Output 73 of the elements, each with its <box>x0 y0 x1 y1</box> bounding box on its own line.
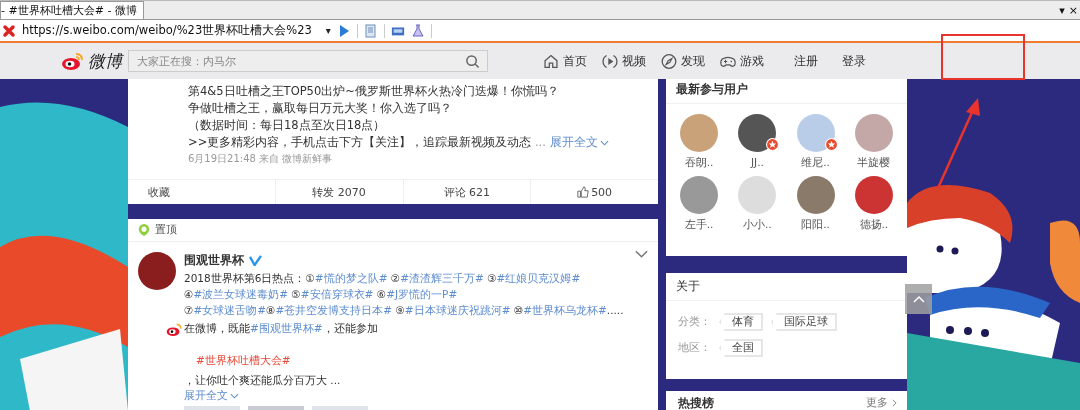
browser-tab[interactable]: - #世界杯吐槽大会# - 微博 <box>0 1 144 19</box>
user-name[interactable]: JJ.. <box>750 156 764 168</box>
avatar[interactable] <box>138 252 176 290</box>
tag[interactable]: 国际足球 <box>771 313 837 331</box>
url-dropdown-button[interactable]: ▾ <box>325 25 331 36</box>
chevron-down-icon <box>599 139 609 146</box>
topic-link[interactable]: #围观世界杯# <box>250 322 323 334</box>
post-meta: 6月19日21:48 来自 微博新鲜事 <box>188 152 334 166</box>
topic-link[interactable]: #红娘贝克汉姆# <box>496 272 581 284</box>
topic-link[interactable]: #波兰女球迷毒奶# <box>193 288 289 300</box>
topic-link[interactable]: #女球迷舌吻# <box>193 304 267 316</box>
user-name[interactable]: 维尼.. <box>801 156 830 170</box>
user-name[interactable]: 阳阳.. <box>801 218 830 232</box>
nav-link[interactable]: 注册 <box>792 52 820 70</box>
thumbs-up-icon <box>577 186 590 198</box>
chevron-up-icon <box>912 295 925 303</box>
pin-icon <box>138 223 150 237</box>
post-text: 2018世界杯第6日热点：①#慌的梦之队# ②#渣渣辉三千万# ③#红娘贝克汉姆# ④#波兰女球迷毒奶# ⑤#安倍穿球衣# ⑥#J罗慌的一P# ⑦#女球迷舌吻#⑧#苍井空发博支持日本# ⑨#日本球迷庆祝跳河# ⑩#世界杯乌龙杯#..... <box>184 271 625 318</box>
user-name[interactable]: 德扬.. <box>859 218 889 232</box>
expand-link[interactable]: 展开全文 <box>549 134 609 151</box>
compass-icon <box>660 52 678 70</box>
nav-link[interactable]: 视频 <box>599 52 648 70</box>
avatar[interactable] <box>796 176 835 214</box>
post-text: 争做吐槽之王，赢取每日万元大奖！你入选了吗？ <box>188 100 453 117</box>
post-text: >>更多精彩内容，手机点击下方【关注】，追踪最新视频及动态 <box>188 135 532 149</box>
topic-link[interactable]: #慌的梦之队# <box>314 272 388 284</box>
topic-link[interactable]: #日本球迷庆祝跳河# <box>404 304 511 316</box>
nav-link[interactable]: 登录 <box>840 52 868 70</box>
flask-icon[interactable] <box>410 23 425 38</box>
nav-link[interactable]: 游戏 <box>717 52 766 70</box>
promo-text: 在微博，既能#围观世界杯#，还能参加 #世界杯吐槽大会# ，让你吐个爽还能瓜分百万大 ... <box>184 321 378 388</box>
chevron-down-icon <box>230 393 239 399</box>
nav-link[interactable]: 发现 <box>658 52 707 70</box>
tag[interactable]: 体育 <box>719 313 763 331</box>
topic-link[interactable]: #世界杯吐槽大会# <box>184 348 378 372</box>
home-icon <box>542 52 560 70</box>
avatar[interactable] <box>854 176 893 214</box>
user-name[interactable]: 吞朗.. <box>684 156 714 170</box>
card-title: 热搜榜 <box>678 395 714 410</box>
pinned-label: 置顶 <box>155 223 177 237</box>
avatar[interactable] <box>796 114 835 152</box>
ellipsis-text: ... <box>534 135 546 149</box>
topic-link[interactable]: #世界杯乌龙杯# <box>523 304 607 316</box>
topic-link[interactable]: #苍井空发博支持日本# <box>275 304 393 316</box>
search-icon[interactable] <box>465 54 480 69</box>
weibo-logo-icon[interactable] <box>61 51 85 71</box>
author-name[interactable]: 围观世界杯 <box>184 251 244 269</box>
tag[interactable]: 全国 <box>719 339 763 357</box>
logo-text[interactable]: 微博 <box>88 49 122 73</box>
post-text: 第4&5日吐槽之王TOP50出炉~俄罗斯世界杯火热冷门迭爆！你慌吗？ <box>188 83 560 100</box>
stop-icon[interactable] <box>2 23 16 38</box>
chevron-down-icon[interactable] <box>635 250 648 258</box>
chevron-right-icon <box>892 399 897 407</box>
video-icon <box>601 52 619 70</box>
weibo-icon <box>166 322 183 337</box>
post-text: （数据时间：每日18点至次日18点） <box>188 117 387 134</box>
address-field[interactable]: https://s.weibo.com/weibo/%23世界杯吐槽大会%23 <box>22 23 312 38</box>
topic-link[interactable]: #安倍穿球衣# <box>300 288 374 300</box>
nav-link[interactable]: 首页 <box>540 52 589 70</box>
user-name[interactable]: 小小.. <box>743 218 772 232</box>
search-field[interactable]: 大家正在搜：内马尔 <box>128 50 488 72</box>
expand-link[interactable]: 展开全文 <box>184 389 239 403</box>
user-name[interactable]: 左手.. <box>684 218 714 232</box>
field-label: 分类： <box>678 315 711 329</box>
topic-link[interactable]: #渣渣辉三千万# <box>400 272 484 284</box>
avatar[interactable] <box>738 114 777 152</box>
user-name[interactable]: 半旋樱 <box>857 156 891 170</box>
field-label: 地区： <box>678 341 711 355</box>
more-link[interactable]: 更多 <box>866 396 897 410</box>
tab-menu-button[interactable]: ▾ <box>1059 3 1065 17</box>
card-title: 最新参与用户 <box>666 79 907 104</box>
topic-link[interactable]: #J罗慌的一P# <box>386 288 458 300</box>
close-button[interactable]: × <box>1068 3 1078 17</box>
